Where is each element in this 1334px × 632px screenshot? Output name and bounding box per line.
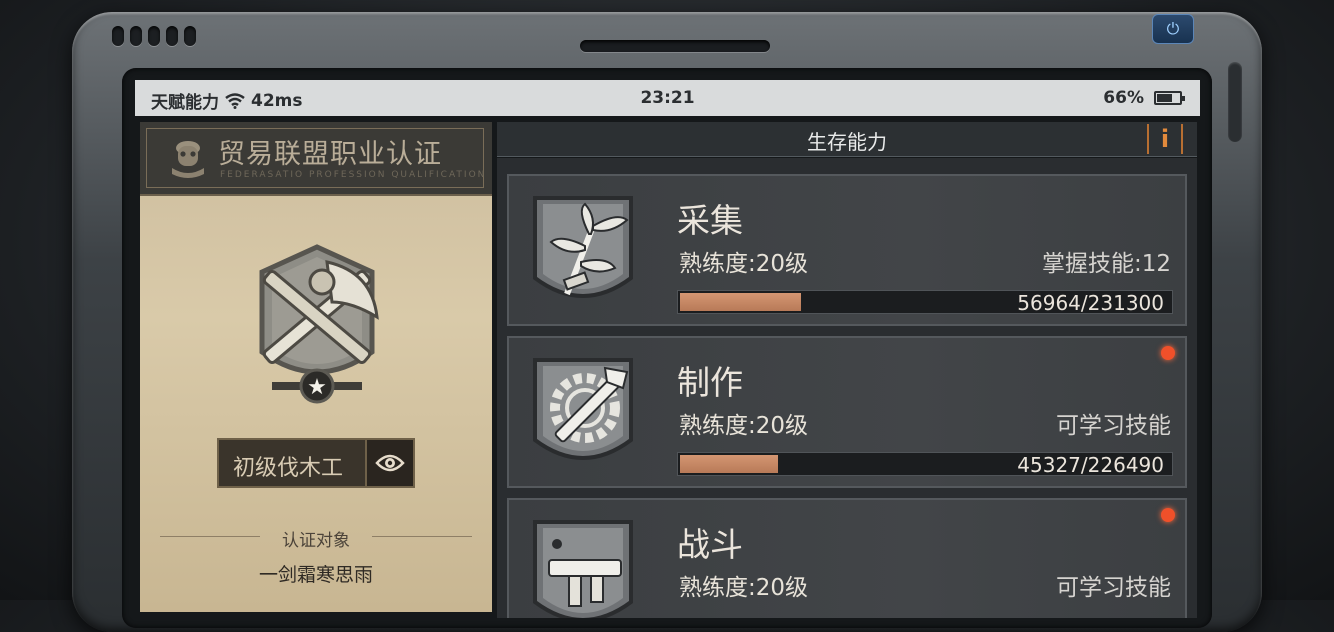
skill-card-combat[interactable]: 战斗 熟练度:20级 可学习技能 [507,498,1187,618]
skill-progress-text: 45327/226490 [1017,453,1164,477]
view-rank-button[interactable] [365,440,413,486]
skill-name: 制作 [677,363,743,402]
federation-logo-icon [172,141,204,178]
notification-dot [1161,508,1175,522]
skill-status: 可学习技能 [1056,575,1171,601]
side-notch [1228,62,1242,142]
eye-icon [375,454,405,472]
device-slot [580,40,770,52]
skill-card-crafting[interactable]: 制作 熟练度:20级 可学习技能 45327/226490 [507,336,1187,488]
info-button[interactable]: i [1147,124,1183,154]
skill-progress-bar: 45327/226490 [677,452,1173,477]
notification-dot [1161,346,1175,360]
clock: 23:21 [640,88,695,108]
skill-status: 可学习技能 [1056,413,1171,439]
hammer-gear-icon [533,358,633,460]
certification-title: 贸易联盟职业认证 [218,139,442,170]
certification-target-name: 一剑霜寒思雨 [258,564,373,586]
certification-panel: 贸易联盟职业认证 FEDERASATIO PROFESSION QUALIFIC… [140,122,492,612]
status-bar: 天赋能力 42ms 23:21 66% [135,80,1200,116]
skill-progress-text: 56964/231300 [1017,291,1164,315]
power-button[interactable]: ⏻ [1152,14,1194,44]
skill-proficiency: 熟练度:20级 [679,575,809,601]
skill-status: 掌握技能:12 [1041,251,1171,277]
rank-label: 初级伐木工 [233,456,344,481]
skills-header: 生存能力 i [497,122,1197,157]
plant-icon [533,196,633,298]
certification-subtitle: FEDERASATIO PROFESSION QUALIFICATION [220,170,487,180]
gun-icon [533,520,633,618]
lumberjack-badge-icon: ★ [259,244,379,404]
svg-text:★: ★ [307,375,327,400]
certification-header: 贸易联盟职业认证 FEDERASATIO PROFESSION QUALIFIC… [140,122,492,196]
certification-target-label: 认证对象 [282,531,350,551]
power-icon: ⏻ [1166,19,1180,38]
skill-name: 采集 [677,201,743,240]
skill-progress-bar: 56964/231300 [677,290,1173,315]
skill-list: 采集 熟练度:20级 掌握技能:12 56964/231300 制作 熟练度:2… [497,158,1197,618]
skill-proficiency: 熟练度:20级 [679,251,809,277]
battery-icon [1154,91,1185,105]
battery-percent: 66% [1103,88,1144,108]
skill-proficiency: 熟练度:20级 [679,413,809,439]
skill-card-gathering[interactable]: 采集 熟练度:20级 掌握技能:12 56964/231300 [507,174,1187,326]
rank-box: 初级伐木工 [217,438,415,488]
skill-name: 战斗 [677,525,743,564]
skill-progress-fill [680,293,801,311]
panel-title: 生存能力 [807,130,887,154]
speaker-vents [112,26,196,46]
skill-progress-fill [680,455,779,473]
